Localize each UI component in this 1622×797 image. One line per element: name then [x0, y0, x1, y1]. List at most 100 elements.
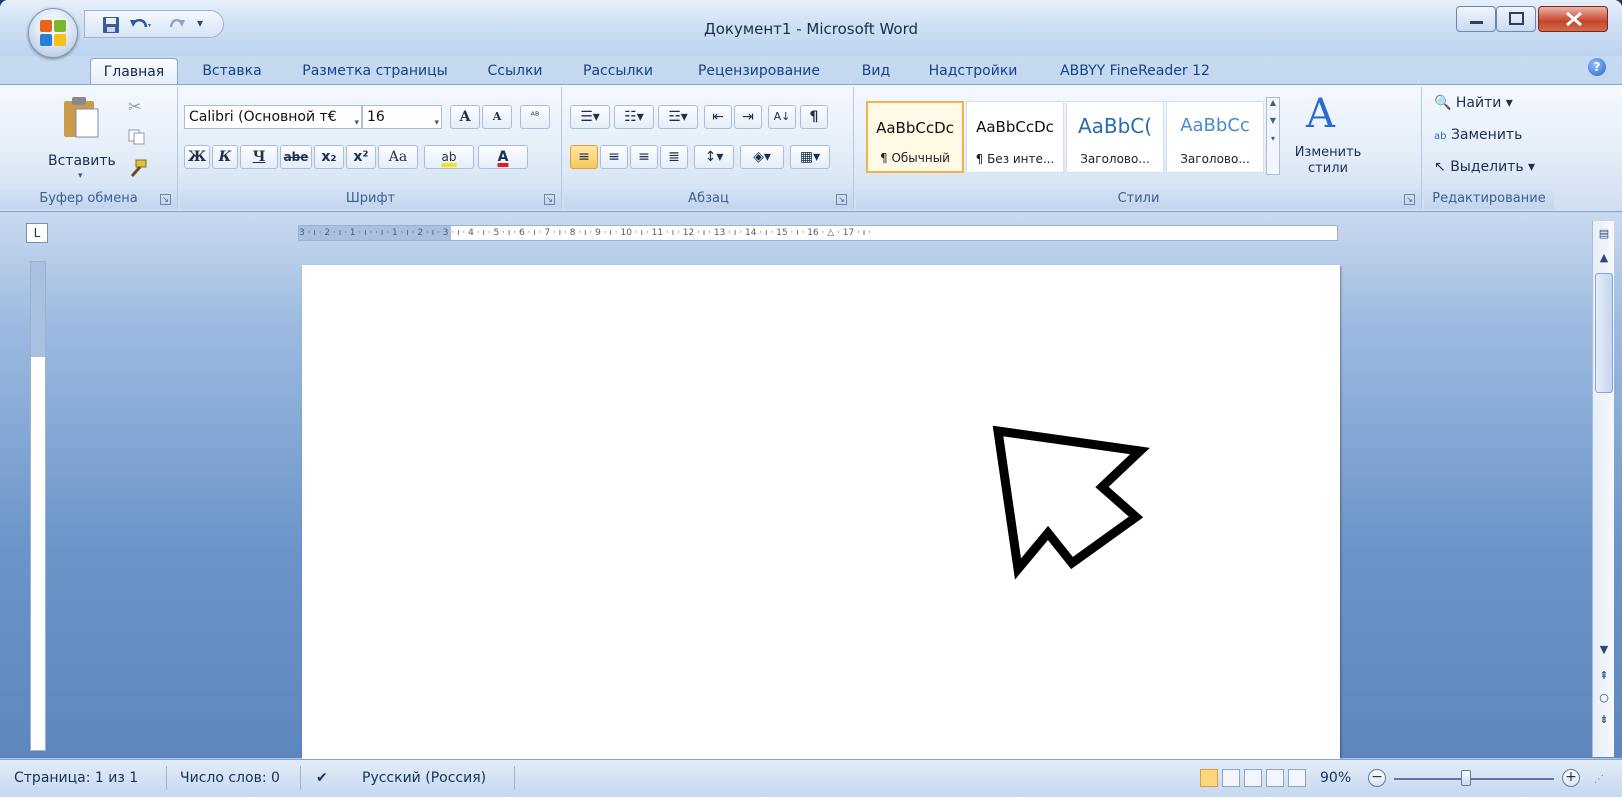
vertical-ruler[interactable]	[30, 261, 46, 751]
tab-page-layout[interactable]: Разметка страницы	[290, 58, 460, 84]
close-button[interactable]	[1538, 6, 1608, 32]
tab-view[interactable]: Вид	[856, 58, 896, 84]
select-button[interactable]: ↖ Выделить ▾	[1434, 159, 1535, 175]
show-marks-button[interactable]: ¶	[800, 105, 828, 129]
style-heading-1-sample: AaBbC(	[1077, 114, 1153, 138]
tab-abbyy[interactable]: ABBYY FineReader 12	[1050, 58, 1220, 84]
outline-view-icon[interactable]	[1266, 769, 1284, 787]
tab-mailings[interactable]: Рассылки	[572, 58, 664, 84]
font-name-field[interactable]: Calibri (Основной т€ ▾	[184, 105, 362, 129]
vertical-scrollbar[interactable]: ▤ ▲ ▼ ⇞ ○ ⇟	[1592, 221, 1614, 757]
redo-icon[interactable]	[167, 16, 187, 34]
font-launcher-icon[interactable]: ↘	[544, 194, 555, 205]
maximize-button[interactable]	[1496, 6, 1536, 32]
zoom-slider-knob[interactable]	[1461, 770, 1471, 786]
format-painter-icon[interactable]	[126, 159, 148, 183]
tab-references[interactable]: Ссылки	[480, 58, 550, 84]
bullets-icon[interactable]: ☰▾	[570, 105, 610, 129]
scroll-down-icon[interactable]: ▼	[1593, 643, 1615, 656]
font-size-dropdown-icon[interactable]: ▾	[434, 112, 439, 128]
align-center-icon[interactable]: ≡	[600, 145, 628, 169]
browse-object-icon[interactable]: ○	[1593, 691, 1615, 704]
save-icon[interactable]	[101, 16, 121, 34]
scrollbar-thumb[interactable]	[1595, 273, 1613, 393]
align-left-icon[interactable]: ≡	[570, 145, 598, 169]
tab-insert[interactable]: Вставка	[192, 58, 272, 84]
underline-button[interactable]: Ч	[240, 145, 278, 169]
zoom-level[interactable]: 90%	[1320, 770, 1351, 786]
clipboard-launcher-icon[interactable]: ↘	[160, 194, 171, 205]
styles-launcher-icon[interactable]: ↘	[1404, 194, 1415, 205]
bold-button[interactable]: Ж	[184, 145, 210, 169]
tab-addins[interactable]: Надстройки	[918, 58, 1028, 84]
group-styles-label: Стили	[856, 189, 1421, 209]
paste-icon	[64, 97, 99, 138]
paste-dropdown-icon[interactable]: ▾	[78, 171, 83, 181]
find-button[interactable]: 🔍 Найти ▾	[1434, 95, 1513, 111]
copy-icon[interactable]	[128, 129, 146, 149]
full-screen-reading-icon[interactable]	[1222, 769, 1240, 787]
increase-indent-icon[interactable]: ⇥	[734, 105, 762, 129]
zoom-out-icon[interactable]: −	[1368, 769, 1386, 787]
style-heading-2[interactable]: AaBbCc Заголово...	[1166, 101, 1264, 173]
clear-formatting-icon[interactable]: ᴬᴮ	[520, 105, 550, 129]
status-separator	[300, 766, 301, 790]
styles-scroll[interactable]: ▲ ▼ ▾	[1266, 97, 1280, 175]
undo-icon[interactable]	[129, 16, 151, 34]
tab-home[interactable]: Главная	[90, 58, 178, 84]
status-words[interactable]: Число слов: 0	[180, 770, 280, 786]
align-right-icon[interactable]: ≡	[630, 145, 658, 169]
style-normal[interactable]: AaBbCcDc ¶ Обычный	[866, 101, 964, 173]
status-page[interactable]: Страница: 1 из 1	[14, 770, 138, 786]
draft-view-icon[interactable]	[1288, 769, 1306, 787]
prev-page-icon[interactable]: ⇞	[1593, 669, 1615, 682]
sort-icon[interactable]: A↓	[768, 105, 796, 129]
change-styles-button[interactable]: A Изменить стили	[1286, 89, 1370, 185]
scroll-up-icon[interactable]: ▲	[1593, 251, 1615, 264]
zoom-in-icon[interactable]: +	[1562, 769, 1580, 787]
replace-button[interactable]: ab Заменить	[1434, 127, 1522, 143]
shading-icon[interactable]: ◈▾	[740, 145, 784, 169]
cut-icon[interactable]: ✂	[128, 97, 141, 116]
font-color-button[interactable]: A	[478, 145, 528, 169]
numbering-icon[interactable]: ☷▾	[614, 105, 654, 129]
office-button[interactable]	[28, 8, 78, 58]
style-no-spacing[interactable]: AaBbCcDc ¶ Без инте...	[966, 101, 1064, 173]
help-icon[interactable]: ?	[1588, 58, 1606, 76]
multilevel-list-icon[interactable]: ☲▾	[658, 105, 698, 129]
grow-font-button[interactable]: A	[450, 105, 480, 129]
minimize-button[interactable]	[1456, 6, 1496, 32]
change-case-button[interactable]: Aa	[378, 145, 418, 169]
font-name-value: Calibri (Основной т€	[189, 109, 337, 125]
paragraph-launcher-icon[interactable]: ↘	[836, 194, 847, 205]
superscript-button[interactable]: x²	[346, 145, 376, 169]
shrink-font-button[interactable]: A	[482, 105, 512, 129]
proofing-icon[interactable]: ✔	[316, 770, 328, 786]
resize-grip-icon[interactable]: ⋰	[1594, 774, 1604, 785]
print-layout-icon[interactable]	[1200, 769, 1218, 787]
font-size-field[interactable]: 16 ▾	[362, 105, 442, 129]
font-name-dropdown-icon[interactable]: ▾	[354, 112, 359, 128]
paste-button[interactable]: Вставить ▾	[48, 95, 128, 181]
web-layout-icon[interactable]	[1244, 769, 1262, 787]
italic-button[interactable]: К	[212, 145, 238, 169]
change-styles-icon: A	[1306, 91, 1335, 137]
strikethrough-button[interactable]: abe	[280, 145, 312, 169]
next-page-icon[interactable]: ⇟	[1593, 713, 1615, 726]
subscript-button[interactable]: x₂	[314, 145, 344, 169]
style-no-spacing-name: ¶ Без инте...	[975, 152, 1055, 166]
document-page[interactable]	[302, 265, 1340, 765]
decrease-indent-icon[interactable]: ⇤	[704, 105, 732, 129]
customize-qat-icon[interactable]: ▾	[197, 16, 217, 34]
status-language[interactable]: Русский (Россия)	[362, 770, 486, 786]
style-heading-1[interactable]: AaBbC( Заголово...	[1066, 101, 1164, 173]
justify-icon[interactable]: ≣	[660, 145, 688, 169]
tab-review[interactable]: Рецензирование	[684, 58, 834, 84]
highlight-button[interactable]: ab	[424, 145, 474, 169]
borders-icon[interactable]: ▦▾	[790, 145, 830, 169]
tab-selector[interactable]: L	[26, 223, 48, 243]
horizontal-ruler[interactable]: 3 · ı · 2 · ı · 1 · ı · · ı · 1 · ı · 2 …	[298, 225, 1338, 241]
zoom-slider[interactable]	[1394, 778, 1554, 780]
ruler-toggle-icon[interactable]: ▤	[1593, 227, 1615, 240]
line-spacing-icon[interactable]: ↕▾	[694, 145, 734, 169]
